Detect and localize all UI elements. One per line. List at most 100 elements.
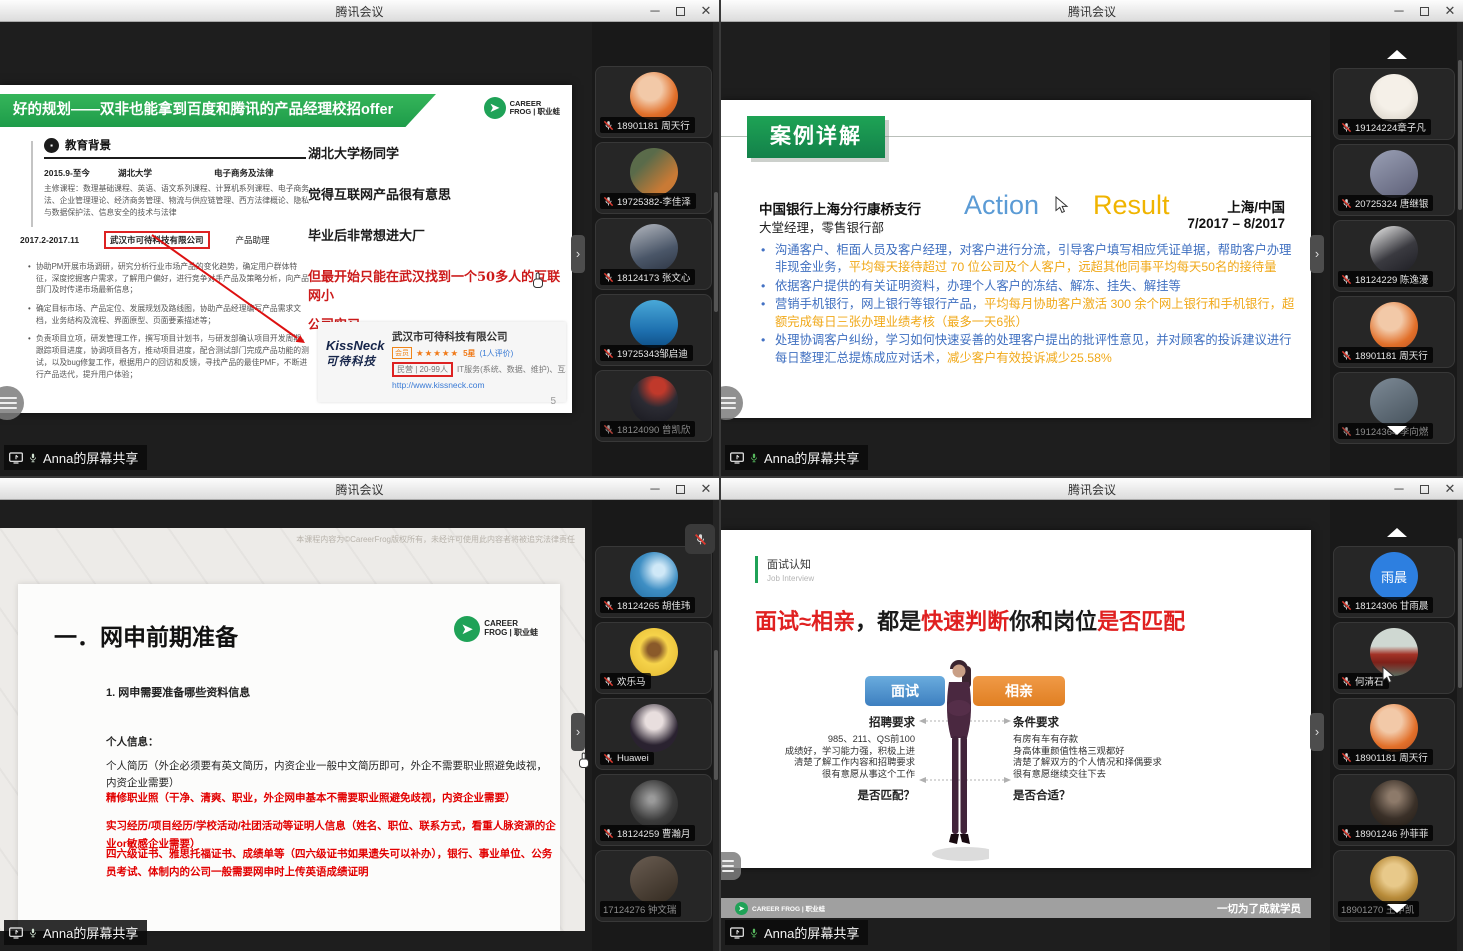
participant-name: 19725382-李佳泽 [617,194,691,208]
minimize-button[interactable]: ─ [648,4,662,18]
avatar [1370,302,1418,350]
collapse-panel-chevron[interactable]: › [571,713,585,751]
scroll-down-arrow[interactable] [1387,426,1407,435]
titlebar[interactable]: 腾讯会议 ─ ✕ [0,478,719,500]
minimize-button[interactable]: ─ [648,482,662,496]
participant-name: 18124259 曹瀚月 [617,826,690,840]
company-url[interactable]: http://www.kissneck.com [392,380,566,390]
arrow-cursor [1055,196,1069,214]
section-label: 个人信息： [106,734,159,749]
participant-name: 18124306 甘雨晨 [1355,598,1428,612]
logo-text: FROG | 职业蛙 [510,108,560,116]
mute-overlay-button[interactable] [685,524,715,554]
participant-tile[interactable]: 18124259 曹瀚月 [595,774,712,846]
scrollbar[interactable] [713,22,719,476]
case-location-period: 上海/中国 7/2017 – 8/2017 [1187,196,1285,231]
note: 觉得互联网产品很有意思 [308,184,566,203]
slide-header: 面试认知 Job Interview [755,556,814,583]
participant-tile[interactable]: 欢乐马 [595,622,712,694]
body-line: 个人简历（外企必须要有英文简历，内资企业一般中文简历即可，外企不需要职业照避免歧… [106,758,551,792]
participant-tile[interactable]: 19725382-李佳泽 [595,142,712,214]
collapse-panel-chevron[interactable]: › [1310,235,1324,273]
graduation-cap-icon: ▪ [44,138,59,153]
participant-name: 20725324 唐继银 [1355,196,1428,210]
avatar [630,72,678,120]
participant-list-button[interactable] [721,852,741,880]
titlebar[interactable]: 腾讯会议 ─ ✕ [721,478,1463,500]
meeting-window-top-right: 腾讯会议 ─ ✕ 案例详解 中国银行上海分行康桥支行 大堂经理，零售银行部 Ac… [721,0,1463,476]
avatar [1370,150,1418,198]
participant-tile[interactable]: 19725343邹启迪 [595,294,712,366]
scrollbar-thumb[interactable] [1458,538,1462,688]
participant-name: 何清石 [1355,674,1384,688]
maximize-button[interactable] [1420,7,1429,16]
meeting-body: 案例详解 中国银行上海分行康桥支行 大堂经理，零售银行部 Action Resu… [721,22,1463,476]
participant-tile[interactable]: 18124173 张文心 [595,218,712,290]
titlebar[interactable]: 腾讯会议 ─ ✕ [721,0,1463,22]
scrollbar[interactable] [1457,500,1463,951]
share-banner-text: Anna的屏幕共享 [43,923,138,942]
participant-tile[interactable]: 17124276 钟文瑞 [595,850,712,922]
close-button[interactable]: ✕ [1443,4,1457,18]
minimize-button[interactable]: ─ [1392,4,1406,18]
mic-muted-icon [603,272,614,283]
participant-tile[interactable]: 18901181 周天行 [1333,296,1455,368]
case-bullet: 沟通客户、柜面人员及客户经理，对客户进行分流，引导客户填写相应凭证单据，帮助客户… [757,242,1302,277]
mic-muted-icon [1341,600,1352,611]
scrollbar-thumb[interactable] [1458,60,1462,210]
minimize-button[interactable]: ─ [1392,482,1406,496]
participant-tile[interactable]: 雨晨 18124306 甘雨晨 [1333,546,1455,618]
participant-tile[interactable]: 20725324 唐继银 [1333,144,1455,216]
scroll-down-arrow[interactable] [1387,904,1407,913]
hand-cursor [576,752,592,770]
titlebar[interactable]: 腾讯会议 ─ ✕ [0,0,719,22]
avatar [630,300,678,348]
maximize-button[interactable] [676,485,685,494]
businesswoman-figure [929,658,989,863]
screen-share-banner: Anna的屏幕共享 [4,920,147,945]
scroll-up-arrow[interactable] [1387,50,1407,59]
mic-muted-icon [603,120,614,131]
participant-tile[interactable]: 18124090 曾凯欣 [595,370,712,442]
screen-share-icon [9,452,23,464]
job-bullet: 确定目标市场、产品定位、发展规划及路线图，协助产品经理编写产品需求文档，业务结构… [28,303,312,326]
member-badge: 会员 [392,347,412,359]
collapse-panel-chevron[interactable]: › [571,235,585,273]
participant-tile[interactable]: Huawei [595,698,712,770]
close-button[interactable]: ✕ [699,4,713,18]
scroll-up-arrow[interactable] [1387,528,1407,537]
participant-tile[interactable]: 18901181 周天行 [1333,698,1455,770]
avatar [630,224,678,272]
logo-text: FROG | 职业蛙 [484,629,538,638]
participant-tile[interactable]: 18901246 孙菲菲 [1333,774,1455,846]
avatar [630,856,678,904]
scrollbar-thumb[interactable] [714,192,718,312]
participant-name: 18901181 周天行 [1355,348,1428,362]
participant-tile[interactable]: 18124265 胡佳玮 [595,546,712,618]
recruiting-requirements-block: 招聘要求 985、211、QS前100 成绩好，学习能力强，积极上进 清楚了解工… [745,714,915,803]
scrollbar[interactable] [713,500,719,951]
divider [31,141,33,227]
case-bullet: 营销手机银行，网上银行等银行产品，平均每月协助客户激活 300 余个网上银行和手… [757,296,1302,331]
participant-tile[interactable]: 19124224章子凡 [1333,68,1455,140]
scrollbar[interactable] [1457,22,1463,476]
careerfrog-logo-icon: ➤ [735,902,748,915]
participant-tile[interactable]: 18124229 陈逸漫 [1333,220,1455,292]
company-industry: IT服务(系统、数据、维护)、互联网、电子商务 [457,364,566,375]
maximize-button[interactable] [676,7,685,16]
scrollbar-thumb[interactable] [714,650,718,780]
close-button[interactable]: ✕ [699,482,713,496]
close-button[interactable]: ✕ [1443,482,1457,496]
mic-muted-icon [603,676,614,687]
collapse-panel-chevron[interactable]: › [1310,713,1324,751]
edu-courses: 主修课程：数理基础课程、英语、语文系列课程、计算机系列课程、电子商务法、企业管理… [44,183,312,219]
mic-muted-icon [1341,198,1352,209]
mic-muted-icon [1341,676,1352,687]
maximize-button[interactable] [1420,485,1429,494]
kissneck-logo: KissNeck 可待科技 [318,322,392,402]
meeting-window-bottom-right: 腾讯会议 ─ ✕ 面试认知 Job Interview 面试≈相亲，都是快速判断… [721,478,1463,951]
participant-name: 18124173 张文心 [617,270,690,284]
share-banner-text: Anna的屏幕共享 [764,448,859,467]
participant-tile[interactable]: 18901181 周天行 [595,66,712,138]
meeting-body: 面试认知 Job Interview 面试≈相亲，都是快速判断你和岗位是否匹配 … [721,500,1463,951]
